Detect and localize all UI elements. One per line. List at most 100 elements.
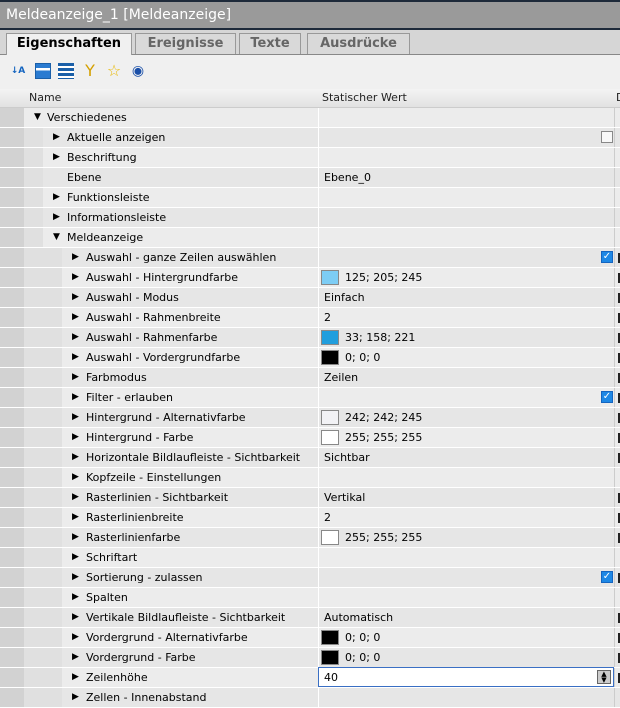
collapsed-arrow-icon[interactable]: ▶ xyxy=(72,552,79,562)
column-d-header[interactable]: D xyxy=(616,91,620,104)
property-row-rasterlinien-sichtbarkeit[interactable]: ▶ Rasterlinien - Sichtbarkeit Vertikal xyxy=(0,488,620,508)
property-row-auswahl-modus[interactable]: ▶ Auswahl - Modus Einfach xyxy=(0,288,620,308)
collapsed-arrow-icon[interactable]: ▶ xyxy=(72,532,79,542)
tab-ausdruecke[interactable]: Ausdrücke xyxy=(307,33,410,54)
property-value[interactable]: ✓ xyxy=(318,248,614,267)
property-row-rasterlinienbreite[interactable]: ▶ Rasterlinienbreite 2 xyxy=(0,508,620,528)
color-swatch[interactable] xyxy=(321,530,339,545)
property-value[interactable] xyxy=(318,468,614,487)
property-value[interactable]: ✓ xyxy=(318,568,614,587)
property-value[interactable] xyxy=(318,548,614,567)
property-row-filter-erlauben[interactable]: ▶ Filter - erlauben ✓ xyxy=(0,388,620,408)
property-row-meldeanzeige[interactable]: ▼ Meldeanzeige xyxy=(0,228,620,248)
collapsed-arrow-icon[interactable]: ▶ xyxy=(53,132,60,142)
property-row-vertikale-bildlaufleiste-sichtbarkeit[interactable]: ▶ Vertikale Bildlaufleiste - Sichtbarkeit… xyxy=(0,608,620,628)
group-icon[interactable] xyxy=(35,63,51,79)
property-value[interactable] xyxy=(318,228,614,247)
property-value[interactable]: Automatisch xyxy=(318,608,614,627)
property-value[interactable]: 0; 0; 0 xyxy=(318,648,614,667)
color-swatch[interactable] xyxy=(321,270,339,285)
property-value[interactable]: 0; 0; 0 xyxy=(318,628,614,647)
collapsed-arrow-icon[interactable]: ▶ xyxy=(72,252,79,262)
color-swatch[interactable] xyxy=(321,410,339,425)
collapsed-arrow-icon[interactable]: ▶ xyxy=(72,372,79,382)
collapsed-arrow-icon[interactable]: ▶ xyxy=(72,332,79,342)
property-value[interactable]: 125; 205; 245 xyxy=(318,268,614,287)
collapsed-arrow-icon[interactable]: ▶ xyxy=(72,312,79,322)
tab-ereignisse[interactable]: Ereignisse xyxy=(135,33,236,54)
collapsed-arrow-icon[interactable]: ▶ xyxy=(72,452,79,462)
property-row-auswahl-vordergrundfarbe[interactable]: ▶ Auswahl - Vordergrundfarbe 0; 0; 0 xyxy=(0,348,620,368)
property-row-auswahl-ganze-zeilen-ausw-hlen[interactable]: ▶ Auswahl - ganze Zeilen auswählen ✓ xyxy=(0,248,620,268)
property-value[interactable]: 2 xyxy=(318,308,614,327)
collapsed-arrow-icon[interactable]: ▶ xyxy=(72,652,79,662)
column-name-header[interactable]: Name xyxy=(29,91,61,104)
collapsed-arrow-icon[interactable]: ▶ xyxy=(72,592,79,602)
checkbox[interactable] xyxy=(601,131,613,143)
collapsed-arrow-icon[interactable]: ▶ xyxy=(72,632,79,642)
checkbox[interactable]: ✓ xyxy=(601,571,613,583)
expanded-arrow-icon[interactable]: ▼ xyxy=(53,232,60,242)
color-swatch[interactable] xyxy=(321,430,339,445)
collapsed-arrow-icon[interactable]: ▶ xyxy=(72,412,79,422)
property-row-schriftart[interactable]: ▶ Schriftart xyxy=(0,548,620,568)
color-swatch[interactable] xyxy=(321,630,339,645)
color-swatch[interactable] xyxy=(321,330,339,345)
collapsed-arrow-icon[interactable]: ▶ xyxy=(72,512,79,522)
expanded-arrow-icon[interactable]: ▼ xyxy=(34,112,41,122)
tab-eigenschaften[interactable]: Eigenschaften xyxy=(6,33,132,55)
collapsed-arrow-icon[interactable]: ▶ xyxy=(72,272,79,282)
collapsed-arrow-icon[interactable]: ▶ xyxy=(53,212,60,222)
property-row-vordergrund-farbe[interactable]: ▶ Vordergrund - Farbe 0; 0; 0 xyxy=(0,648,620,668)
collapsed-arrow-icon[interactable]: ▶ xyxy=(72,432,79,442)
collapsed-arrow-icon[interactable]: ▶ xyxy=(72,612,79,622)
property-value[interactable]: Zeilen xyxy=(318,368,614,387)
spinner-icon[interactable]: ▲ ▼ xyxy=(597,670,611,684)
property-row-farbmodus[interactable]: ▶ Farbmodus Zeilen xyxy=(0,368,620,388)
collapsed-arrow-icon[interactable]: ▶ xyxy=(72,292,79,302)
collapsed-arrow-icon[interactable]: ▶ xyxy=(53,192,60,202)
property-value[interactable]: Sichtbar xyxy=(318,448,614,467)
row-height-input[interactable]: 40 ▲ ▼ xyxy=(318,667,614,687)
property-value[interactable]: Ebene_0 xyxy=(318,168,614,187)
checkbox[interactable]: ✓ xyxy=(601,391,613,403)
property-value[interactable] xyxy=(318,128,614,147)
checkbox[interactable]: ✓ xyxy=(601,251,613,263)
property-value[interactable] xyxy=(318,108,614,127)
property-value[interactable]: ✓ xyxy=(318,388,614,407)
property-row-vordergrund-alternativfarbe[interactable]: ▶ Vordergrund - Alternativfarbe 0; 0; 0 xyxy=(0,628,620,648)
property-row-kopfzeile-einstellungen[interactable]: ▶ Kopfzeile - Einstellungen xyxy=(0,468,620,488)
property-row-auswahl-rahmenfarbe[interactable]: ▶ Auswahl - Rahmenfarbe 33; 158; 221 xyxy=(0,328,620,348)
filter-icon[interactable]: Y xyxy=(82,63,98,79)
color-swatch[interactable] xyxy=(321,350,339,365)
property-row-horizontale-bildlaufleiste-sichtbarkeit[interactable]: ▶ Horizontale Bildlaufleiste - Sichtbarke… xyxy=(0,448,620,468)
collapsed-arrow-icon[interactable]: ▶ xyxy=(72,352,79,362)
property-row-funktionsleiste[interactable]: ▶ Funktionsleiste xyxy=(0,188,620,208)
property-value[interactable] xyxy=(318,208,614,227)
collapsed-arrow-icon[interactable]: ▶ xyxy=(72,492,79,502)
property-value[interactable]: 255; 255; 255 xyxy=(318,428,614,447)
property-row-hintergrund-alternativfarbe[interactable]: ▶ Hintergrund - Alternativfarbe 242; 242; … xyxy=(0,408,620,428)
collapsed-arrow-icon[interactable]: ▶ xyxy=(72,472,79,482)
property-row-sortierung-zulassen[interactable]: ▶ Sortierung - zulassen ✓ xyxy=(0,568,620,588)
column-static-value-header[interactable]: Statischer Wert xyxy=(322,91,407,104)
property-value[interactable]: 255; 255; 255 xyxy=(318,528,614,547)
collapsed-arrow-icon[interactable]: ▶ xyxy=(72,572,79,582)
property-row-zellen-innenabstand[interactable]: ▶ Zellen - Innenabstand xyxy=(0,688,620,708)
favorite-star-icon[interactable]: ☆ xyxy=(106,63,122,79)
property-value[interactable]: 242; 242; 245 xyxy=(318,408,614,427)
property-value[interactable]: 2 xyxy=(318,508,614,527)
collapsed-arrow-icon[interactable]: ▶ xyxy=(72,692,79,702)
property-row-rasterlinienfarbe[interactable]: ▶ Rasterlinienfarbe 255; 255; 255 xyxy=(0,528,620,548)
property-value[interactable]: Einfach xyxy=(318,288,614,307)
property-row-ebene[interactable]: Ebene Ebene_0 xyxy=(0,168,620,188)
collapsed-arrow-icon[interactable]: ▶ xyxy=(72,392,79,402)
property-row-spalten[interactable]: ▶ Spalten xyxy=(0,588,620,608)
property-row-verschiedenes[interactable]: ▼ Verschiedenes xyxy=(0,108,620,128)
expand-all-icon[interactable] xyxy=(58,63,74,79)
property-value[interactable] xyxy=(318,188,614,207)
eye-icon[interactable]: ◉ xyxy=(130,63,146,79)
property-value[interactable] xyxy=(318,688,614,707)
sort-az-icon[interactable]: ↓A xyxy=(10,63,26,79)
property-value[interactable]: 0; 0; 0 xyxy=(318,348,614,367)
